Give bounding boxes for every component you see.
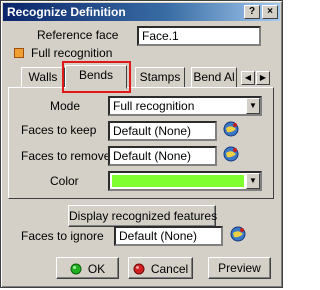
title-bar: Recognize Definition ? × [3,3,280,21]
cancel-button[interactable]: Cancel [128,257,193,279]
mode-select[interactable]: Full recognition ▼ [108,96,262,116]
chevron-down-icon[interactable]: ▼ [246,173,260,189]
close-button[interactable]: × [262,5,278,19]
green-dot-icon [70,263,82,275]
faces-to-keep-field[interactable]: Default (None) [108,121,217,141]
mode-value: Full recognition [113,99,195,113]
face-picker-icon[interactable] [222,145,240,163]
color-swatch [112,175,244,187]
color-select[interactable]: ▼ [108,171,262,191]
ok-label: OK [87,261,106,276]
face-picker-icon[interactable] [222,120,240,138]
preview-button[interactable]: Preview [208,257,271,279]
faces-to-ignore-label: Faces to ignore [21,229,104,243]
help-button[interactable]: ? [244,5,260,19]
cancel-label: Cancel [150,261,189,276]
chevron-down-icon[interactable]: ▼ [246,98,260,114]
reference-face-label: Reference face [37,28,119,42]
faces-to-remove-label: Faces to remove [21,149,111,163]
tab-bend-allowance[interactable]: Bend Al [191,67,237,88]
face-picker-icon[interactable] [229,225,247,243]
recognize-definition-dialog: Recognize Definition ? × Reference face … [0,0,283,288]
faces-to-remove-field[interactable]: Default (None) [108,146,217,166]
full-recognition-checkbox[interactable] [14,48,24,58]
tab-scroll-left-button[interactable]: ◀ [241,71,255,85]
reference-face-field[interactable]: Face.1 [137,26,261,46]
tab-stamps[interactable]: Stamps [135,67,185,88]
window-title: Recognize Definition [7,5,126,19]
display-recognized-features-button[interactable]: Display recognized features [68,205,217,227]
mode-label: Mode [50,99,81,113]
tab-scroll-right-button[interactable]: ▶ [256,71,270,85]
tab-bends-highlight [62,61,131,93]
faces-to-ignore-field[interactable]: Default (None) [114,226,223,246]
full-recognition-label: Full recognition [31,46,113,60]
tab-walls[interactable]: Walls [21,67,65,88]
color-label: Color [50,174,79,188]
red-dot-icon [133,263,145,275]
faces-to-keep-label: Faces to keep [21,123,97,137]
ok-button[interactable]: OK [56,257,119,279]
